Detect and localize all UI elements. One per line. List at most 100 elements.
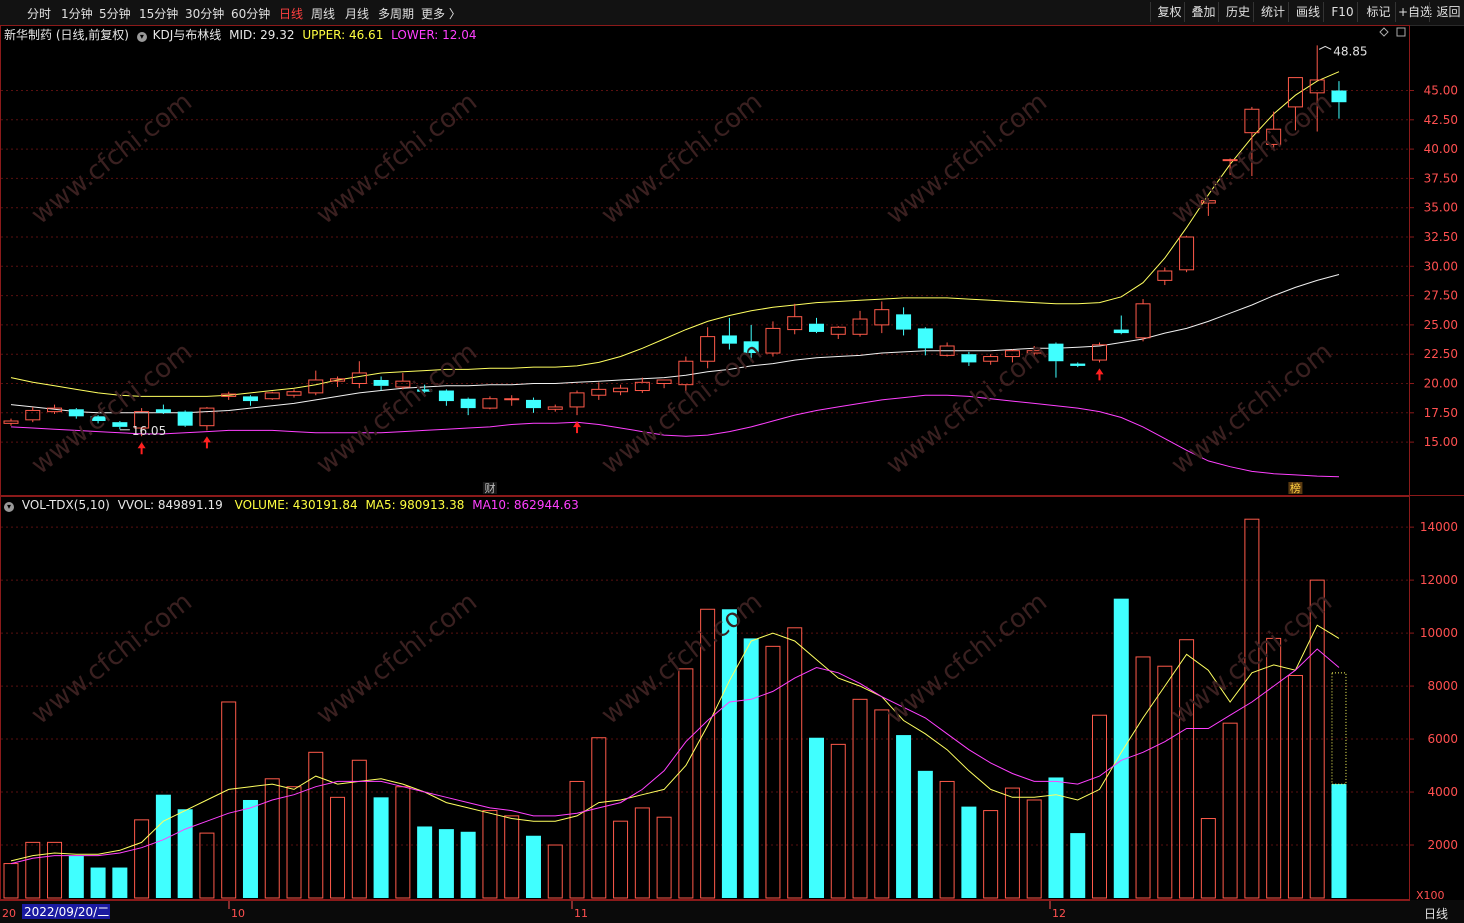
volume-bar (134, 819, 150, 899)
candle-body (1135, 303, 1151, 339)
price-axis-label: 35.00 (1424, 201, 1458, 215)
candle-body (896, 314, 912, 330)
volume-bar (1113, 598, 1129, 898)
tab-fenshi[interactable]: 分时 (27, 5, 51, 22)
tab-multi-period[interactable]: 多周期 (378, 5, 414, 22)
volume-bar (1287, 674, 1303, 899)
tab-60min[interactable]: 60分钟 (231, 5, 270, 22)
buy-signal-arrow (202, 436, 211, 449)
indicator-name[interactable]: KDJ与布林线 (153, 28, 222, 42)
candle-body (1070, 363, 1086, 366)
candle-body (1331, 90, 1347, 103)
price-axis-label: 30.00 (1424, 259, 1458, 273)
mark-button[interactable]: 标记 (1357, 2, 1399, 22)
tab-daily[interactable]: 日线 (279, 5, 303, 22)
volume-bar (308, 751, 324, 899)
volume-bar (634, 807, 650, 899)
month-label: 11 (574, 907, 588, 920)
watermark: www.cfchi.com (596, 337, 768, 481)
vol-indicator-name[interactable]: VOL-TDX(5,10) (22, 498, 110, 512)
candle-body (308, 379, 324, 394)
candle-body (874, 309, 890, 326)
draw-line-button[interactable]: 画线 (1288, 2, 1327, 22)
month-label: 12 (1052, 907, 1066, 920)
volume-bar (242, 799, 258, 898)
back-button[interactable]: 返回 (1429, 2, 1464, 22)
volume-bar (1070, 833, 1086, 898)
price-axis-label: 27.50 (1424, 289, 1458, 303)
watermark: www.cfchi.com (26, 587, 198, 731)
candle-body (504, 398, 520, 401)
tab-more[interactable]: 更多 〉 (421, 5, 461, 22)
candle-body (1157, 270, 1173, 281)
volume-bar (112, 867, 128, 898)
vol-dropdown-icon[interactable]: ▾ (4, 502, 14, 512)
volume-bar (25, 841, 41, 899)
volume-bar (482, 810, 498, 899)
buy-signal-arrow (1095, 368, 1104, 381)
volume-bar (808, 737, 824, 898)
event-marker-finance: 财 (484, 481, 495, 495)
price-axis-label: 20.00 (1424, 377, 1458, 391)
price-axis-label: 22.50 (1424, 347, 1458, 361)
add-watchlist-button[interactable]: +自选 (1395, 2, 1433, 22)
price-axis-label: 40.00 (1424, 142, 1458, 156)
volume-bar (1266, 637, 1282, 899)
event-marker-ranking: 榜 (1290, 481, 1301, 495)
candle-body (525, 399, 541, 409)
boll-upper-line (10, 71, 1340, 397)
tab-weekly[interactable]: 周线 (311, 5, 335, 22)
volume-bar (1004, 787, 1020, 899)
volume-axis-label: 2000 (1427, 838, 1458, 852)
tab-15min[interactable]: 15分钟 (139, 5, 178, 22)
tab-1min[interactable]: 1分钟 (61, 5, 93, 22)
tab-5min[interactable]: 5分钟 (99, 5, 131, 22)
candle-body (700, 336, 716, 362)
candle-body (613, 387, 629, 393)
volume-bar (460, 831, 476, 898)
volume-bar (656, 816, 672, 899)
volume-bar (569, 780, 585, 899)
overlay-button[interactable]: 叠加 (1184, 2, 1222, 22)
candle-body (351, 372, 367, 384)
candle-body (286, 391, 302, 396)
low-price-label: 16.05 (132, 424, 166, 438)
price-axis-label: 32.50 (1424, 230, 1458, 244)
month-label: 10 (231, 907, 245, 920)
date-axis-stub: 20 (2, 907, 16, 920)
kline-chart: 45.00 42.50 40.00 37.50 35.00 32.50 30.00 27.50… (0, 25, 1464, 923)
candle-body (678, 360, 694, 386)
candle-body (765, 327, 781, 354)
candle-body (591, 388, 607, 396)
volume-bar (678, 668, 694, 899)
indicator-dropdown-icon[interactable]: ▾ (136, 32, 147, 42)
volume-bar (1157, 665, 1173, 899)
history-button[interactable]: 历史 (1218, 2, 1257, 22)
date-axis-bar (0, 900, 1410, 923)
vol-ma10-label: MA10: 862944.63 (472, 498, 579, 512)
fuquan-button[interactable]: 复权 (1150, 2, 1188, 22)
volume-bar (3, 863, 19, 899)
candle-body (917, 328, 933, 349)
main-chart-title: 新华制药 (日线,前复权) ▾ KDJ与布林线 MID: 29.32 UPPER… (4, 26, 477, 43)
boll-lower-label: LOWER: 12.04 (391, 28, 477, 42)
volume-bar (525, 835, 541, 898)
volume-chart-title: ▾ VOL-TDX(5,10) VVOL: 849891.19 VOLUME: … (4, 498, 579, 512)
f10-button[interactable]: F10 (1323, 2, 1361, 22)
volume-bar (330, 796, 346, 899)
candle-body (482, 398, 498, 409)
tab-monthly[interactable]: 月线 (345, 5, 369, 22)
volume-bar (917, 770, 933, 898)
stats-button[interactable]: 统计 (1253, 2, 1292, 22)
volume-bar (90, 867, 106, 898)
price-axis-label: 15.00 (1424, 435, 1458, 449)
volume-axis-label: 4000 (1427, 785, 1458, 799)
volume-bar (438, 829, 454, 898)
candle-body (852, 318, 868, 335)
volume-bar (1092, 714, 1107, 899)
volume-bar (547, 844, 563, 899)
tab-30min[interactable]: 30分钟 (185, 5, 224, 22)
high-marker-arrow (1318, 45, 1332, 50)
candle-body (656, 379, 672, 385)
candle-body (983, 356, 999, 362)
